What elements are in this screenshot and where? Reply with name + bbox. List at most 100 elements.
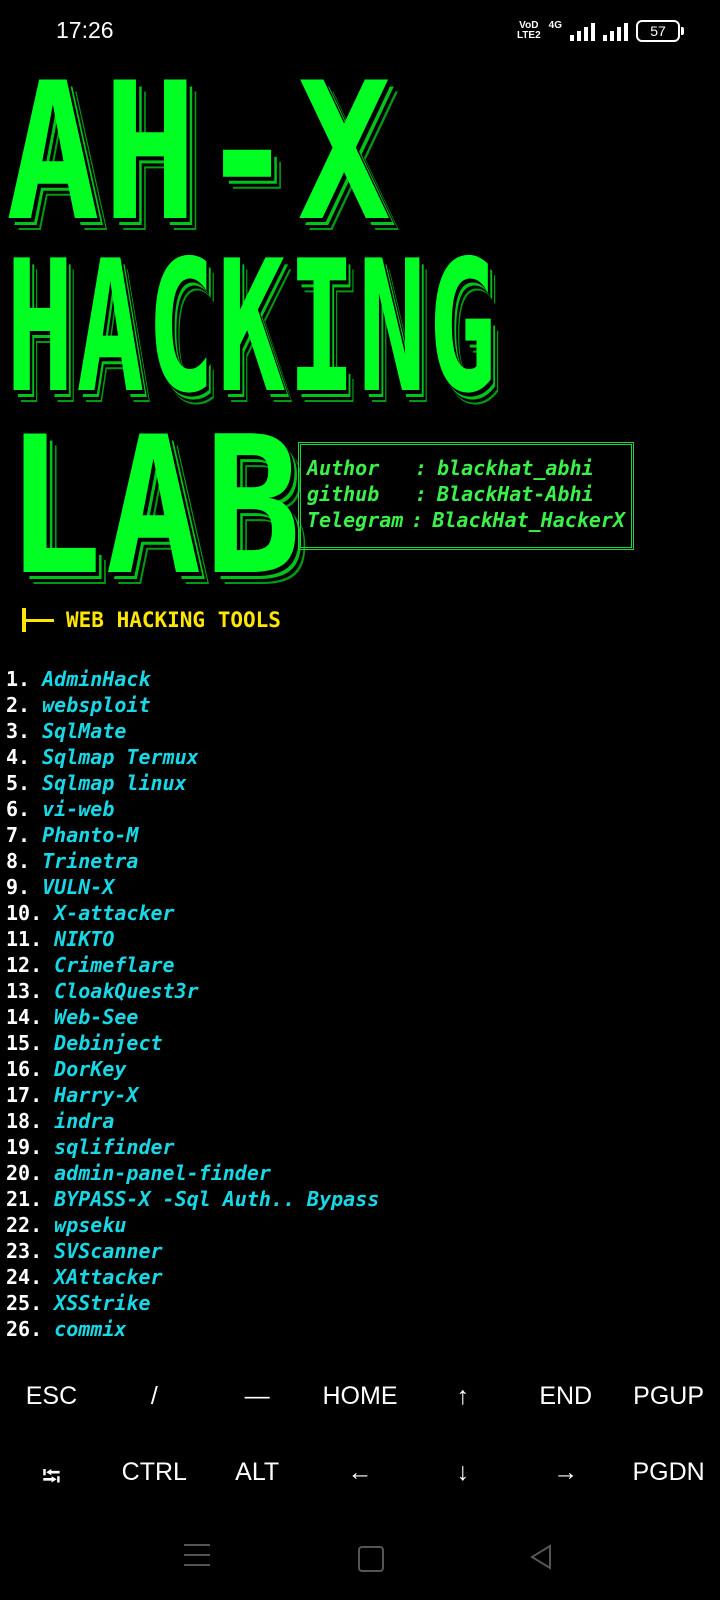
tool-number: 16. [6, 1057, 43, 1081]
status-icons: VoD LTE2 4G 57 [516, 19, 684, 42]
tool-number: 5. [6, 771, 31, 795]
tool-item: 5. Sqlmap linux [6, 770, 379, 796]
tool-item: 6. vi-web [6, 796, 379, 822]
tool-name: AdminHack [42, 667, 151, 691]
tab-key[interactable]: ⭾ [0, 1458, 103, 1501]
tool-name: VULN-X [42, 875, 115, 899]
tool-number: 20. [6, 1161, 43, 1185]
info-row-github: github: BlackHat-Abhi [307, 482, 594, 506]
tool-number: 8. [6, 849, 31, 873]
tool-name: vi-web [42, 797, 115, 821]
tool-number: 23. [6, 1239, 43, 1263]
tool-item: 19. sqlifinder [6, 1134, 379, 1160]
tool-name: commix [54, 1317, 127, 1341]
tool-name: X-attacker [54, 901, 175, 925]
end-key[interactable]: END [514, 1382, 617, 1411]
left-arrow-key[interactable]: ← [309, 1458, 412, 1501]
tool-item: 1. AdminHack [6, 666, 379, 692]
tool-number: 26. [6, 1317, 43, 1341]
info-row-telegram: Telegram: BlackHat_HackerX [307, 508, 625, 532]
down-arrow-key[interactable]: ↓ [411, 1458, 514, 1501]
right-arrow-key[interactable]: → [514, 1458, 617, 1501]
tool-number: 9. [6, 875, 31, 899]
slash-key[interactable]: / [103, 1382, 206, 1411]
recent-apps-icon[interactable] [184, 1544, 210, 1566]
extra-keys-row-1: ESC / — HOME ↑ END PGUP [0, 1382, 720, 1411]
tool-name: CloakQuest3r [54, 979, 199, 1003]
tool-number: 2. [6, 693, 31, 717]
tool-number: 6. [6, 797, 31, 821]
status-time: 17:26 [56, 17, 114, 43]
navigation-bar [0, 1520, 720, 1600]
signal-icon-sim2 [603, 21, 628, 41]
tree-branch-icon [22, 608, 56, 632]
tool-name: Crimeflare [54, 953, 175, 977]
tool-number: 15. [6, 1031, 43, 1055]
tool-name: Harry-X [54, 1083, 139, 1107]
tool-number: 11. [6, 927, 43, 951]
tool-item: 8. Trinetra [6, 848, 379, 874]
section-title: WEB HACKING TOOLS [66, 608, 281, 632]
tool-item: 7. Phanto-M [6, 822, 379, 848]
tool-item: 18. indra [6, 1108, 379, 1134]
tool-item: 2. websploit [6, 692, 379, 718]
tool-name: websploit [42, 693, 151, 717]
tool-item: 17. Harry-X [6, 1082, 379, 1108]
home-icon[interactable] [358, 1546, 384, 1572]
tool-number: 18. [6, 1109, 43, 1133]
section-header: WEB HACKING TOOLS [22, 608, 281, 632]
tool-number: 13. [6, 979, 43, 1003]
tool-item: 13. CloakQuest3r [6, 978, 379, 1004]
dash-key[interactable]: — [206, 1382, 309, 1411]
tool-name: Web-See [54, 1005, 139, 1029]
home-key[interactable]: HOME [309, 1382, 412, 1411]
tool-list: 1. AdminHack 2. websploit 3. SqlMate 4. Sql… [6, 666, 379, 1342]
tool-number: 12. [6, 953, 43, 977]
up-arrow-key[interactable]: ↑ [411, 1382, 514, 1411]
tool-number: 3. [6, 719, 31, 743]
extra-keys-row-2: ⭾ CTRL ALT ← ↓ → PGDN [0, 1458, 720, 1501]
pgup-key[interactable]: PGUP [617, 1382, 720, 1411]
volte-icon: VoD LTE2 [516, 20, 541, 41]
tool-item: 22. wpseku [6, 1212, 379, 1238]
tool-number: 14. [6, 1005, 43, 1029]
tool-name: BYPASS-X -Sql Auth.. Bypass [54, 1187, 380, 1211]
tool-number: 17. [6, 1083, 43, 1107]
esc-key[interactable]: ESC [0, 1382, 103, 1411]
banner-line-3: LAB [6, 396, 305, 617]
banner-line-1: AH-X [6, 42, 395, 263]
tool-name: Phanto-M [42, 823, 139, 847]
tool-name: wpseku [54, 1213, 127, 1237]
alt-key[interactable]: ALT [206, 1458, 309, 1501]
ctrl-key[interactable]: CTRL [103, 1458, 206, 1501]
tool-name: admin-panel-finder [54, 1161, 271, 1185]
tool-item: 20. admin-panel-finder [6, 1160, 379, 1186]
tool-name: indra [54, 1109, 115, 1133]
pgdn-key[interactable]: PGDN [617, 1458, 720, 1501]
tool-number: 4. [6, 745, 31, 769]
battery-icon: 57 [636, 20, 684, 42]
tool-item: 25. XSStrike [6, 1290, 379, 1316]
banner-line-2: HACKING [6, 221, 499, 433]
tool-name: SVScanner [54, 1239, 163, 1263]
network-type: 4G [548, 19, 562, 31]
tool-item: 12. Crimeflare [6, 952, 379, 978]
tool-number: 22. [6, 1213, 43, 1237]
tool-item: 16. DorKey [6, 1056, 379, 1082]
tool-name: Sqlmap linux [42, 771, 187, 795]
tool-item: 14. Web-See [6, 1004, 379, 1030]
tool-number: 10. [6, 901, 43, 925]
tool-name: DorKey [54, 1057, 127, 1081]
tool-item: 9. VULN-X [6, 874, 379, 900]
tool-name: SqlMate [42, 719, 127, 743]
author-info-box: Author: blackhat_abhi github: BlackHat-Abh… [298, 442, 634, 550]
info-row-author: Author: blackhat_abhi [307, 456, 594, 480]
tool-item: 23. SVScanner [6, 1238, 379, 1264]
tool-item: 15. Debinject [6, 1030, 379, 1056]
tool-item: 10. X-attacker [6, 900, 379, 926]
tool-name: sqlifinder [54, 1135, 175, 1159]
tool-item: 26. commix [6, 1316, 379, 1342]
signal-icon-sim1 [570, 21, 595, 41]
back-icon[interactable] [528, 1544, 554, 1574]
tool-number: 21. [6, 1187, 43, 1211]
